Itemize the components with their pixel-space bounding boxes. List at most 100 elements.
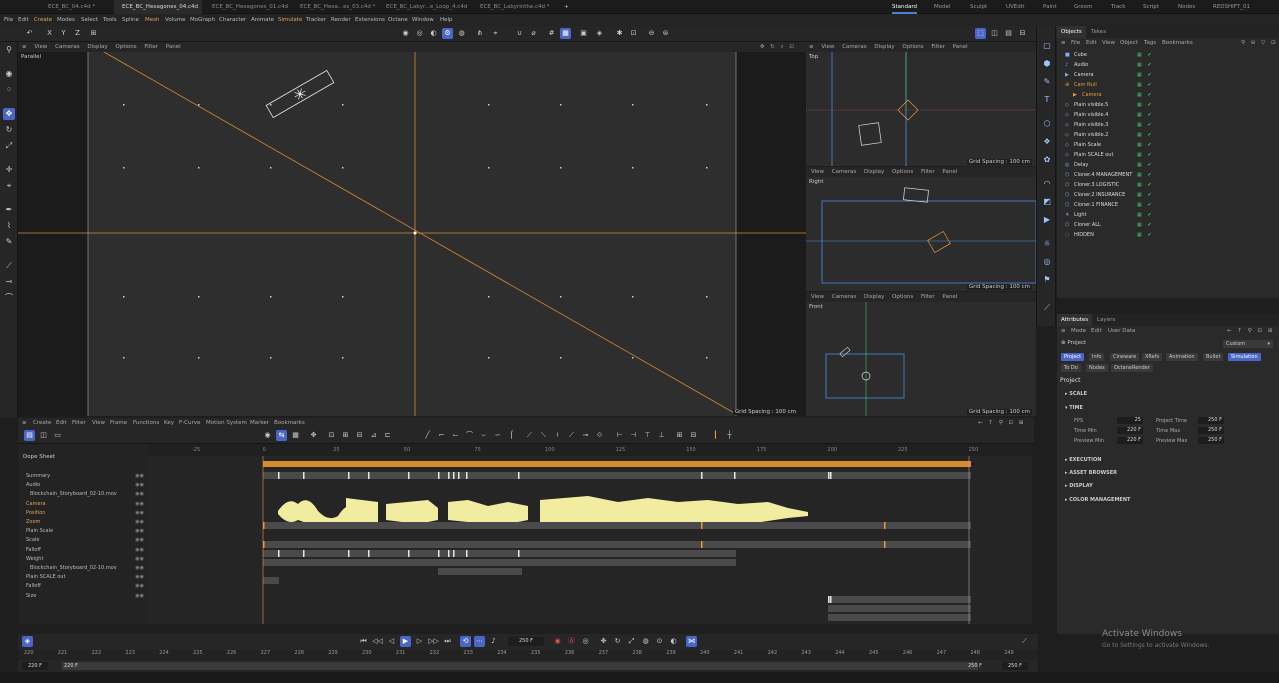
visibility-check-icon[interactable]: ▦ ✔ <box>1137 220 1154 230</box>
attr-button-animation[interactable]: Animation <box>1166 353 1198 361</box>
layout-track[interactable]: Track <box>1111 0 1125 14</box>
move-icon[interactable]: ✥ <box>3 108 15 120</box>
ds-menu-frame[interactable]: Frame <box>110 418 127 428</box>
loop-before-icon[interactable]: ⊢ <box>614 430 625 441</box>
ds-menu-marker[interactable]: Marker <box>250 418 269 428</box>
viewport-menu-filter[interactable]: Filter <box>931 44 945 50</box>
track-row[interactable]: Falloff ◉◉ <box>18 582 148 591</box>
brush-icon[interactable]: ⌇ <box>3 220 15 232</box>
section-color-management[interactable]: ▸ COLOR MANAGEMENT <box>1065 497 1130 503</box>
weight-icon[interactable]: ⟐ <box>594 430 605 441</box>
attribute-menu-mode[interactable]: Mode <box>1071 326 1086 336</box>
reduce-icon[interactable]: ⊟ <box>688 430 699 441</box>
preview-max-field[interactable]: 250 F <box>1198 437 1224 444</box>
frame-selected-icon[interactable]: ⊡ <box>326 430 337 441</box>
magnet-tool-icon[interactable]: ⊸ <box>3 276 15 288</box>
section-time[interactable]: ▾ TIME <box>1065 405 1083 411</box>
render-view-icon[interactable]: ◉ <box>400 28 411 39</box>
loop-after-icon[interactable]: ⊣ <box>628 430 639 441</box>
magnet-icon[interactable]: ∪ <box>514 28 525 39</box>
object-row[interactable]: ☀ Light ▦ ✔ <box>1057 210 1279 220</box>
move-key-icon[interactable]: ⊏ <box>382 430 393 441</box>
object-menu-edit[interactable]: Edit <box>1086 38 1097 48</box>
menu-extensions[interactable]: Extensions <box>355 14 385 26</box>
object-menu-icon[interactable]: ≡ <box>1061 38 1066 48</box>
ease-in-icon[interactable]: ⌒ <box>464 430 475 441</box>
doc-tab[interactable]: ECE_BC_Hexa...es_03.c4d * <box>292 0 376 14</box>
record-key-icon[interactable]: ◉ <box>262 430 273 441</box>
ds-menu-create[interactable]: Create <box>33 418 51 428</box>
object-row[interactable]: ⬡ Cloner.2 INSURANCE ▦ ✔ <box>1057 190 1279 200</box>
range-slider-track[interactable] <box>62 662 978 670</box>
viewport-menu-icon[interactable]: ≡ <box>809 44 814 50</box>
viewport-menu-options[interactable]: Options <box>892 169 913 175</box>
track-row[interactable]: Weight ◉◉ <box>18 555 148 564</box>
section-asset-browser[interactable]: ▸ ASSET BROWSER <box>1065 470 1117 476</box>
loop-icon[interactable]: ⟲ <box>460 636 471 647</box>
doc-tab[interactable]: ECE_BC_Hexagones_01.c4d <box>204 0 290 14</box>
autokey-icon[interactable]: Ⓐ <box>566 636 577 647</box>
zero-length-icon[interactable]: ⟊ <box>552 430 563 441</box>
scale-icon[interactable]: ⤢ <box>3 140 15 152</box>
track-row[interactable]: Audio ◉◉ <box>18 481 148 490</box>
visibility-check-icon[interactable]: ▦ ✔ <box>1137 70 1154 80</box>
track-visibility-icon[interactable]: ◉◉ <box>135 509 144 518</box>
ds-menu-view[interactable]: View <box>92 418 105 428</box>
track-visibility-icon[interactable]: ◉◉ <box>135 490 144 499</box>
track-visibility-icon[interactable]: ◉◉ <box>135 546 144 555</box>
fps-field[interactable]: 25 <box>1117 417 1143 424</box>
viewport-menu-cameras[interactable]: Cameras <box>832 169 856 175</box>
attribute-menu-edit[interactable]: Edit <box>1091 326 1102 336</box>
attribute-menu-icon[interactable]: ≡ <box>1061 326 1066 336</box>
track-visibility-icon[interactable]: ◉◉ <box>135 592 144 601</box>
object-row[interactable]: ◌ HIDDEN ▦ ✔ <box>1057 230 1279 240</box>
track-row[interactable]: Blockchain_Storyboard_02-10.mov ◉◉ <box>18 564 148 573</box>
interpolation-icon[interactable]: ⋈ <box>686 636 697 647</box>
layout-script[interactable]: Script <box>1143 0 1159 14</box>
render-picture-icon[interactable]: ◐ <box>428 28 439 39</box>
viewport-nav-icons[interactable]: ✥ ↻ ⌕ ⊡ <box>760 42 796 52</box>
object-row[interactable]: ⊕ Cam Null ▦ ✔ <box>1057 80 1279 90</box>
object-menu-tags[interactable]: Tags <box>1144 38 1156 48</box>
param-key-icon[interactable]: ◍ <box>640 636 651 647</box>
visibility-check-icon[interactable]: ▦ ✔ <box>1137 110 1154 120</box>
marker-icon[interactable]: ┃ <box>710 430 721 441</box>
hand-icon[interactable]: ✥ <box>308 430 319 441</box>
visibility-check-icon[interactable]: ▦ ✔ <box>1137 160 1154 170</box>
track-visibility-icon[interactable]: ◉◉ <box>135 573 144 582</box>
attr-button-xrefs[interactable]: XRefs <box>1142 353 1163 361</box>
attr-button-info[interactable]: Info <box>1089 353 1105 361</box>
motion-system-icon[interactable]: ◐ <box>668 636 679 647</box>
object-menu-view[interactable]: View <box>1102 38 1115 48</box>
selection-filter-icon[interactable]: ⬚ <box>975 28 986 39</box>
layout-uvedit[interactable]: UVEdit <box>1006 0 1024 14</box>
spline-icon[interactable]: ✎ <box>1041 76 1053 88</box>
measure-icon[interactable]: ⟋ <box>1041 302 1053 314</box>
region-icon[interactable]: ⊟ <box>354 430 365 441</box>
visibility-check-icon[interactable]: ▦ ✔ <box>1137 80 1154 90</box>
tab-attributes[interactable]: Attributes <box>1057 314 1093 326</box>
marker-range-icon[interactable]: ┼ <box>724 430 735 441</box>
visibility-check-icon[interactable]: ▦ ✔ <box>1137 170 1154 180</box>
menu-mesh[interactable]: Mesh <box>145 14 159 26</box>
layout-redshift[interactable]: REDSHIFT_01 <box>1213 0 1250 14</box>
object-row[interactable]: ⬡ Cloner.4 MANAGEMENT ▦ ✔ <box>1057 170 1279 180</box>
viewport-menu-view[interactable]: View <box>811 169 824 175</box>
tab-takes[interactable]: Takes <box>1087 26 1110 38</box>
visibility-check-icon[interactable]: ▦ ✔ <box>1137 120 1154 130</box>
deformer-tool-icon[interactable]: ◠ <box>1041 178 1053 190</box>
current-frame-field[interactable]: 250 F <box>508 637 544 646</box>
track-row[interactable]: Plain Scale ◉◉ <box>18 527 148 536</box>
viewport-menu-display[interactable]: Display <box>864 169 884 175</box>
layout-paint[interactable]: Paint <box>1043 0 1057 14</box>
attr-button-bullet[interactable]: Bullet <box>1203 353 1224 361</box>
track-visibility-icon[interactable]: ◉◉ <box>135 536 144 545</box>
attr-button-cineware[interactable]: Cineware <box>1110 353 1140 361</box>
timeline-settings-icon[interactable]: ◈ <box>22 636 33 647</box>
snap-key-icon[interactable]: ⊞ <box>340 430 351 441</box>
doc-tab[interactable]: ECE_BC_Labyrinthe.c4d * <box>472 0 554 14</box>
layout-nodes[interactable]: Nodes <box>1178 0 1195 14</box>
visibility-check-icon[interactable]: ▦ ✔ <box>1137 60 1154 70</box>
visibility-check-icon[interactable]: ▦ ✔ <box>1137 50 1154 60</box>
object-row[interactable]: ◇ Plain visible.3 ▦ ✔ <box>1057 120 1279 130</box>
